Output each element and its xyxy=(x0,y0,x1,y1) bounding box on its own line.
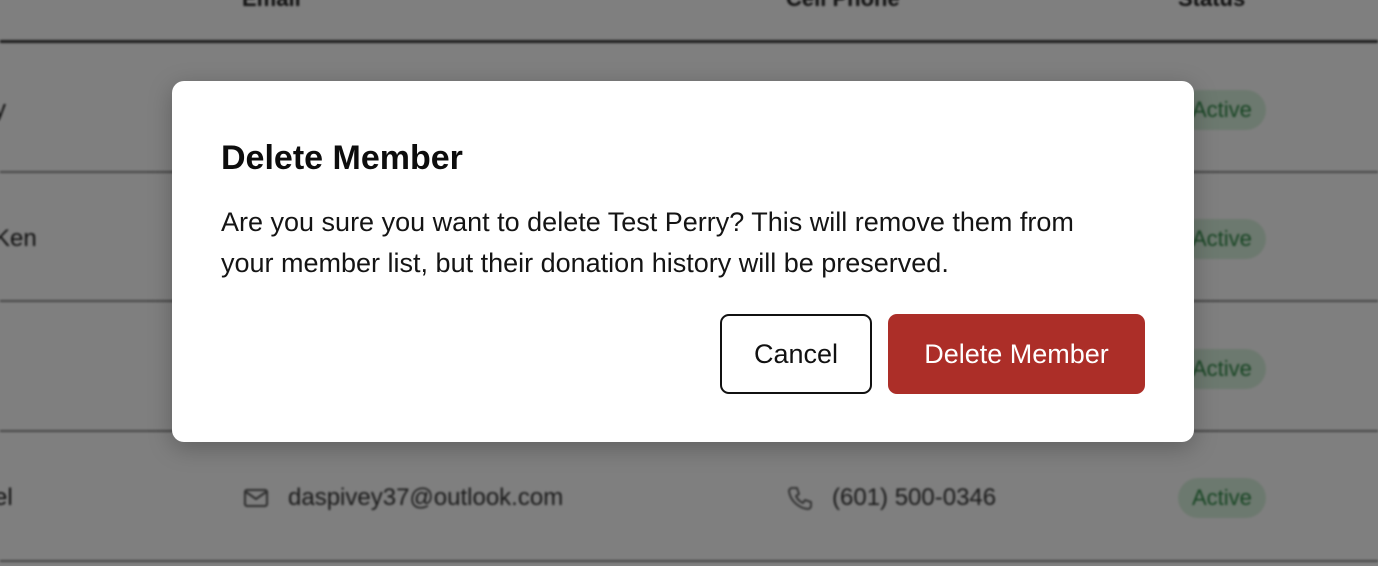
delete-member-button[interactable]: Delete Member xyxy=(888,314,1145,394)
delete-member-dialog: Delete Member Are you sure you want to d… xyxy=(172,81,1194,442)
dialog-message: Are you sure you want to delete Test Per… xyxy=(221,207,1074,278)
cancel-button[interactable]: Cancel xyxy=(720,314,872,394)
dialog-title: Delete Member xyxy=(221,139,463,177)
